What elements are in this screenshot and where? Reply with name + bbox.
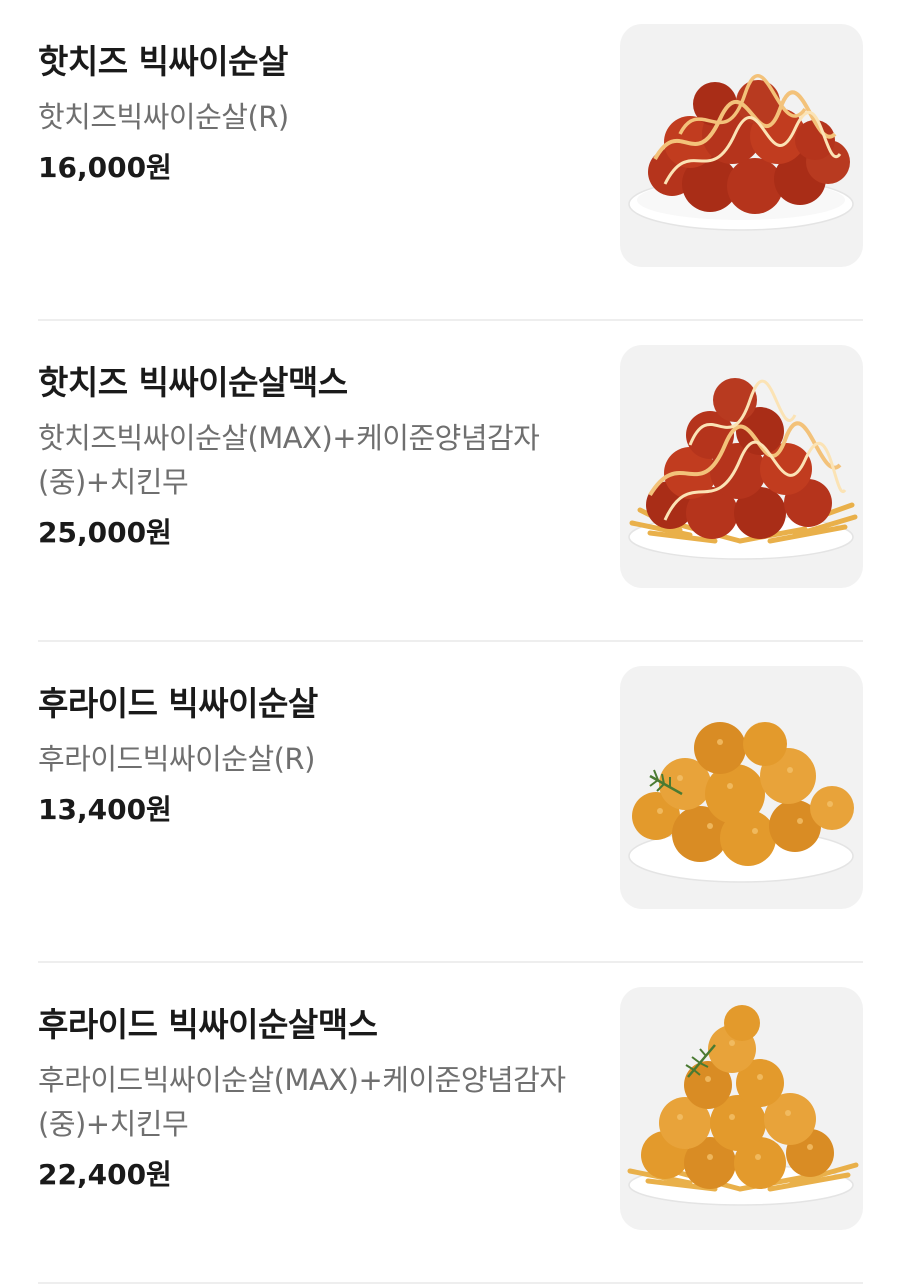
fried-chicken-max-illustration <box>627 1005 859 1206</box>
menu-item-description: 후라이드빅싸이순살(R) <box>38 742 315 776</box>
menu-item-description: 후라이드빅싸이순살(MAX)+케이준양념감자(중)+치킨무 <box>38 1063 566 1141</box>
menu-item-text: 핫치즈 빅싸이순살맥스 핫치즈빅싸이순살(MAX)+케이준양념감자(중)+치킨무… <box>38 361 593 553</box>
menu-item-hot-cheese-big-ssai[interactable]: 핫치즈 빅싸이순살 핫치즈빅싸이순살(R) 16,000원 <box>38 0 863 321</box>
menu-item-text: 후라이드 빅싸이순살맥스 후라이드빅싸이순살(MAX)+케이준양념감자(중)+치… <box>38 1003 593 1195</box>
menu-item-fried-big-ssai-max[interactable]: 후라이드 빅싸이순살맥스 후라이드빅싸이순살(MAX)+케이준양념감자(중)+치… <box>38 963 863 1284</box>
menu-item-name: 후라이드 빅싸이순살맥스 <box>38 1005 378 1044</box>
menu-item-text: 핫치즈 빅싸이순살 핫치즈빅싸이순살(R) 16,000원 <box>38 40 593 188</box>
menu-item-price: 22,400원 <box>38 1158 172 1191</box>
hot-cheese-chicken-max-illustration <box>628 378 858 560</box>
menu-item-text: 후라이드 빅싸이순살 후라이드빅싸이순살(R) 13,400원 <box>38 682 593 830</box>
fried-chicken-photo[interactable] <box>620 666 863 909</box>
menu-item-price: 16,000원 <box>38 151 172 184</box>
menu-item-description: 핫치즈빅싸이순살(R) <box>38 100 289 134</box>
menu-item-price: 13,400원 <box>38 793 172 826</box>
menu-item-hot-cheese-big-ssai-max[interactable]: 핫치즈 빅싸이순살맥스 핫치즈빅싸이순살(MAX)+케이준양념감자(중)+치킨무… <box>38 321 863 642</box>
hot-cheese-chicken-max-photo[interactable] <box>620 345 863 588</box>
fried-chicken-illustration <box>628 722 854 883</box>
hot-cheese-chicken-illustration <box>628 74 854 231</box>
menu-item-fried-big-ssai[interactable]: 후라이드 빅싸이순살 후라이드빅싸이순살(R) 13,400원 <box>38 642 863 963</box>
hot-cheese-chicken-photo[interactable] <box>620 24 863 267</box>
menu-item-name: 후라이드 빅싸이순살 <box>38 684 318 723</box>
menu-item-description: 핫치즈빅싸이순살(MAX)+케이준양념감자(중)+치킨무 <box>38 421 540 499</box>
menu-item-price: 25,000원 <box>38 516 172 549</box>
menu-item-name: 핫치즈 빅싸이순살 <box>38 42 288 81</box>
menu-item-name: 핫치즈 빅싸이순살맥스 <box>38 363 348 402</box>
fried-chicken-max-photo[interactable] <box>620 987 863 1230</box>
menu-list: 핫치즈 빅싸이순살 핫치즈빅싸이순살(R) 16,000원 핫치즈 빅싸이순살맥… <box>0 0 900 1288</box>
